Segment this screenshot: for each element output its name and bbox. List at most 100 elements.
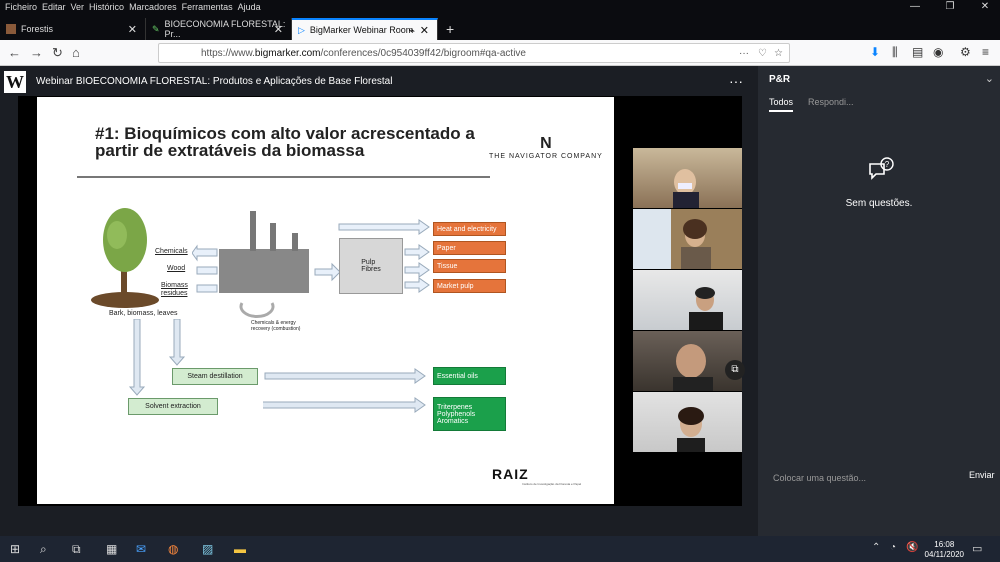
participant-video-3[interactable] xyxy=(633,270,742,330)
extracts-box: Triterpenes Polyphenols Aromatics xyxy=(433,397,506,431)
library-icon[interactable]: ⫼ xyxy=(892,45,898,60)
home-icon[interactable]: ⌂ xyxy=(72,45,80,60)
input-biomass: Biomass residues xyxy=(161,282,188,297)
question-input[interactable]: Colocar uma questão... xyxy=(773,473,866,483)
file-explorer-icon[interactable]: ▬ xyxy=(234,542,246,556)
notifications-icon[interactable]: ▭ xyxy=(972,542,982,555)
outlook-icon[interactable]: ✉ xyxy=(136,542,146,556)
close-icon[interactable]: ✕ xyxy=(420,24,429,37)
pocket-icon[interactable]: ♡ xyxy=(758,48,767,59)
task-view-icon[interactable]: ⧉ xyxy=(72,542,81,557)
navigator-mark: N xyxy=(540,135,552,152)
extract-polyphenols: Polyphenols xyxy=(437,410,476,418)
tab-favicon-icon xyxy=(6,24,16,34)
back-icon[interactable]: ← xyxy=(8,45,21,60)
minimize-icon[interactable]: — xyxy=(900,0,930,14)
account-icon[interactable]: ◉ xyxy=(933,45,943,59)
participant-video-2[interactable] xyxy=(633,209,742,269)
output-heat: Heat and electricity xyxy=(433,222,506,236)
input-wood: Wood xyxy=(167,265,186,272)
send-button[interactable]: Enviar xyxy=(969,470,995,480)
navigation-bar: ← → ↻ ⌂ https://www. bigmarker.com/confer… xyxy=(0,40,1000,66)
menu-ferramentas[interactable]: Ferramentas xyxy=(182,2,233,12)
close-window-icon[interactable]: ✕ xyxy=(970,0,1000,14)
tab-forestis[interactable]: Forestis ✕ xyxy=(0,18,146,40)
notes-icon[interactable]: ▨ xyxy=(202,542,213,556)
recovery-label: Chemicals & energy recovery (combustion) xyxy=(251,320,301,332)
title-underline xyxy=(77,176,490,178)
bigmarker-icon: ▷ xyxy=(298,24,305,35)
tree-label: Bark, biomass, leaves xyxy=(109,310,178,317)
navigator-logo: N THE NAVIGATOR COMPANY xyxy=(489,135,603,160)
question-bubble-icon: ? xyxy=(869,157,894,180)
input-chemicals: Chemicals xyxy=(155,248,188,255)
solvent-box: Solvent extraction xyxy=(128,398,218,415)
bookmark-star-icon[interactable]: ☆ xyxy=(774,48,783,59)
picture-in-picture-icon[interactable]: ⧉ xyxy=(725,360,745,380)
os-menubar: Ficheiro Editar Ver Histórico Marcadores… xyxy=(0,0,1000,14)
down-arrows xyxy=(129,319,186,396)
participant-avatar xyxy=(689,287,723,330)
more-options-icon[interactable]: ··· xyxy=(729,73,743,89)
hamburger-menu-icon[interactable]: ≡ xyxy=(982,45,989,59)
leaf-icon: ✎ xyxy=(152,23,160,34)
download-icon[interactable]: ⬇ xyxy=(870,45,880,59)
page-actions-icon[interactable]: ··· xyxy=(739,48,749,59)
bigmarker-logo: W xyxy=(4,71,26,93)
slide-title: #1: Bioquímicos com alto valor acrescent… xyxy=(95,124,475,160)
chevron-down-icon[interactable]: ⌄ xyxy=(985,72,994,85)
essential-oils-box: Essential oils xyxy=(433,367,506,385)
menu-ficheiro[interactable]: Ficheiro xyxy=(5,2,37,12)
close-icon[interactable]: ⌁ xyxy=(408,24,415,37)
search-icon[interactable]: ⌕ xyxy=(40,542,47,557)
menu-ajuda[interactable]: Ajuda xyxy=(238,2,261,12)
menu-historico[interactable]: Histórico xyxy=(89,2,124,12)
windows-start-icon[interactable]: ⊞ xyxy=(10,542,20,556)
tab-label: Forestis xyxy=(21,24,54,34)
url-bar[interactable]: https://www. bigmarker.com/conferences/0c… xyxy=(158,43,790,63)
tab-bioeconomia[interactable]: ✎ BIOECONOMIA FLORESTAL: Pr... ✕ xyxy=(146,18,292,40)
url-path: /conferences/0c954039ff42/bigroom#qa-act… xyxy=(320,47,526,59)
forward-icon[interactable]: → xyxy=(30,45,43,60)
volume-muted-icon[interactable]: 🔇 xyxy=(906,542,918,553)
participant-avatar xyxy=(673,344,713,391)
reload-icon[interactable]: ↻ xyxy=(52,45,63,61)
tab-all-questions[interactable]: Todos xyxy=(769,97,794,112)
participant-avatar xyxy=(677,407,705,452)
tab-bigmarker[interactable]: ▷ BigMarker Webinar Room ⌁ ✕ xyxy=(292,18,438,40)
new-tab-icon[interactable]: + xyxy=(440,18,462,40)
tab-label: BIOECONOMIA FLORESTAL: Pr... xyxy=(164,19,286,39)
menu-editar[interactable]: Editar xyxy=(42,2,66,12)
participant-avatar xyxy=(681,219,711,269)
calculator-icon[interactable]: ▦ xyxy=(106,542,117,556)
taskbar: ⊞ ⌕ ⧉ ▦ ✉ ◍ ▨ ▬ ⌃ ◔ 🔇 16:08 04/11/2020 ▭ xyxy=(0,536,1000,562)
tab-bar: Forestis ✕ ✎ BIOECONOMIA FLORESTAL: Pr..… xyxy=(0,14,1000,40)
clock-date: 04/11/2020 xyxy=(924,550,964,559)
output-tissue: Tissue xyxy=(433,259,506,273)
empty-questions: Sem questões. xyxy=(845,198,913,209)
presentation-slide: #1: Bioquímicos com alto valor acrescent… xyxy=(37,97,614,504)
steam-box: Steam destillation xyxy=(172,368,258,385)
participant-video-5[interactable] xyxy=(633,392,742,452)
participant-video-1[interactable] xyxy=(633,148,742,208)
participant-avatar xyxy=(673,169,699,208)
url-domain: bigmarker.com xyxy=(254,47,321,59)
menu-marcadores[interactable]: Marcadores xyxy=(129,2,177,12)
url-prefix: https://www. xyxy=(201,47,255,59)
participant-video-4[interactable] xyxy=(633,331,742,391)
extensions-icon[interactable]: ⚙ xyxy=(960,45,971,59)
output-market-pulp: Market pulp xyxy=(433,279,506,293)
firefox-icon[interactable]: ◍ xyxy=(168,542,178,556)
network-icon[interactable]: ◔ xyxy=(890,542,896,553)
restore-icon[interactable]: ❐ xyxy=(935,0,965,14)
tray-chevron-icon[interactable]: ⌃ xyxy=(872,542,880,553)
tab-answered[interactable]: Respondi... xyxy=(808,97,854,107)
sidebar-icon[interactable]: ▤ xyxy=(912,45,923,59)
close-icon[interactable]: ✕ xyxy=(128,23,137,36)
output-paper: Paper xyxy=(433,241,506,255)
close-icon[interactable]: ✕ xyxy=(274,23,283,36)
menu-ver[interactable]: Ver xyxy=(71,2,85,12)
clock[interactable]: 16:08 04/11/2020 xyxy=(925,540,964,560)
tab-label: BigMarker Webinar Room xyxy=(309,25,414,35)
extract-aromatics: Aromatics xyxy=(437,417,469,425)
